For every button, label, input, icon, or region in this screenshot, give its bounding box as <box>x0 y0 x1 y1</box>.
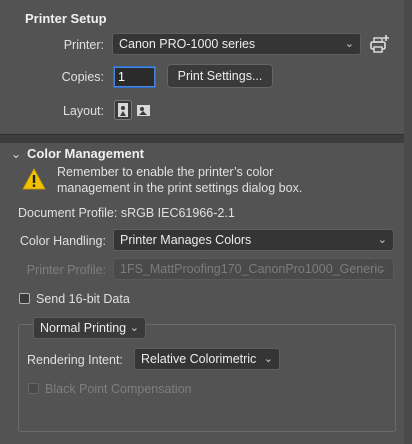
copies-input[interactable]: 1 <box>114 67 155 87</box>
printer-setup-title: Printer Setup <box>25 11 107 26</box>
printer-profile-select: 1FS_MattProofing170_CanonPro1000_Generic… <box>113 258 394 280</box>
chevron-down-icon[interactable]: ⌄ <box>11 147 21 161</box>
portrait-layout-icon[interactable] <box>114 100 132 123</box>
rendering-intent-select[interactable]: Relative Colorimetric ⌄ <box>134 348 280 370</box>
chevron-down-icon: ⌄ <box>263 353 273 365</box>
normal-printing-value: Normal Printing <box>40 321 127 335</box>
color-handling-select[interactable]: Printer Manages Colors ⌄ <box>113 229 394 251</box>
printer-add-icon[interactable] <box>369 34 391 57</box>
rendering-intent-label: Rendering Intent: <box>27 353 123 367</box>
document-profile: Document Profile: sRGB IEC61966-2.1 <box>18 206 235 220</box>
chevron-down-icon: ⌄ <box>377 234 387 246</box>
printer-select[interactable]: Canon PRO-1000 series ⌄ <box>112 33 361 55</box>
print-settings-button[interactable]: Print Settings... <box>167 64 273 88</box>
printer-select-value: Canon PRO-1000 series <box>119 37 256 51</box>
chevron-down-icon: ⌄ <box>344 38 354 50</box>
landscape-layout-icon[interactable] <box>136 103 152 121</box>
printer-setup-panel: Printer Setup Printer: Canon PRO-1000 se… <box>0 0 404 134</box>
normal-printing-select[interactable]: Normal Printing ⌄ <box>33 317 146 339</box>
color-handling-value: Printer Manages Colors <box>120 233 252 247</box>
send16bit-label: Send 16-bit Data <box>36 292 130 306</box>
scrollbar-track[interactable] <box>404 0 412 444</box>
printing-options-group <box>18 324 396 432</box>
color-management-title: Color Management <box>27 146 145 161</box>
rendering-intent-value: Relative Colorimetric <box>141 352 257 366</box>
printer-profile-label: Printer Profile: <box>26 263 106 277</box>
warning-text-line2: management in the print settings dialog … <box>57 181 303 195</box>
color-handling-label: Color Handling: <box>19 234 106 248</box>
chevron-down-icon: ⌄ <box>377 263 387 275</box>
chevron-down-icon: ⌄ <box>129 322 139 334</box>
printer-profile-value: 1FS_MattProofing170_CanonPro1000_Generic <box>120 262 384 276</box>
warning-icon <box>22 168 46 193</box>
printer-label: Printer: <box>63 38 104 52</box>
black-point-label: Black Point Compensation <box>45 382 192 396</box>
warning-text-line1: Remember to enable the printer’s color <box>57 165 274 179</box>
send16bit-checkbox[interactable] <box>19 293 30 304</box>
copies-label: Copies: <box>61 70 104 84</box>
black-point-checkbox <box>28 383 39 394</box>
layout-label: Layout: <box>62 104 104 118</box>
